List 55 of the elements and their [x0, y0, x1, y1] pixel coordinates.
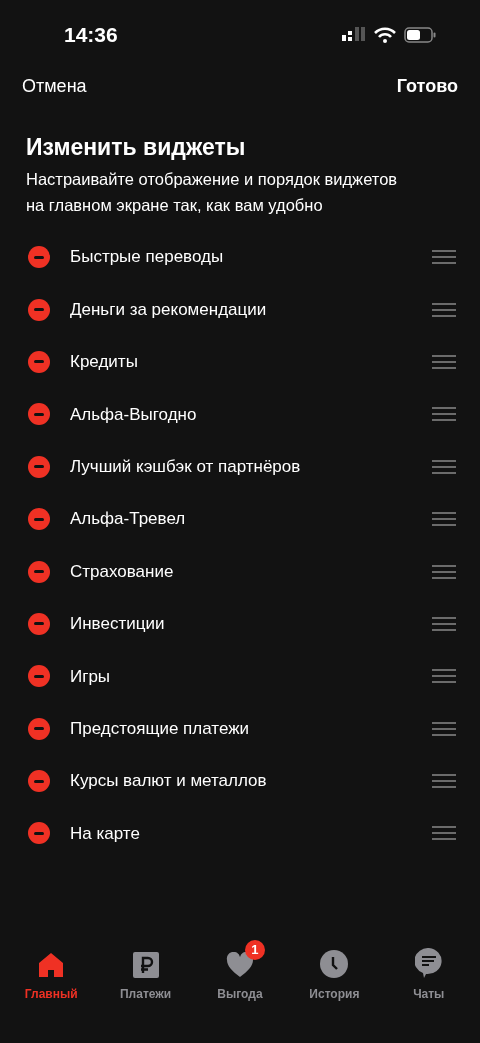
remove-button[interactable]	[28, 665, 50, 688]
widget-label: На карте	[70, 822, 141, 845]
page-title: Изменить виджеты	[26, 133, 247, 162]
remove-button[interactable]	[28, 770, 50, 793]
tab-bar-item[interactable]: Платежи	[100, 940, 191, 1003]
drag-handle-icon[interactable]	[432, 826, 456, 841]
remove-button[interactable]	[28, 350, 50, 373]
tab-bar-item[interactable]: Чаты	[383, 940, 474, 1003]
ruble-icon	[132, 952, 159, 978]
page-description: Настраивайте отображение и порядок виджетов на главном экране так, как вам удобно	[26, 169, 399, 216]
remove-button[interactable]	[28, 403, 50, 426]
cancel-button[interactable]: Отмена	[22, 72, 87, 100]
drag-handle-icon[interactable]	[432, 564, 456, 579]
remove-button[interactable]	[28, 612, 50, 635]
signal-icon	[342, 27, 366, 43]
drag-handle-icon[interactable]	[432, 459, 456, 474]
tab-bar-item[interactable]: История	[289, 940, 380, 1003]
remove-button[interactable]	[28, 455, 50, 478]
drag-handle-icon[interactable]	[432, 407, 456, 422]
widget-label: Предстоящие платежи	[70, 717, 251, 740]
drag-handle-icon[interactable]	[432, 302, 456, 317]
notification-badge: 1	[244, 940, 265, 960]
done-button[interactable]: Готово	[396, 72, 458, 100]
remove-button[interactable]	[28, 560, 50, 583]
clock-icon	[320, 950, 349, 978]
wifi-icon	[374, 27, 396, 43]
drag-handle-icon[interactable]	[432, 721, 456, 736]
remove-button[interactable]	[28, 822, 50, 845]
remove-button[interactable]	[28, 717, 50, 740]
widget-label: Инвестиции	[70, 613, 166, 636]
widget-label: Альфа-Тревел	[70, 508, 187, 531]
drag-handle-icon[interactable]	[432, 512, 456, 527]
heart-icon	[225, 952, 254, 978]
battery-icon	[404, 27, 436, 43]
drag-handle-icon[interactable]	[432, 616, 456, 631]
widget-label: Быстрые переводы	[70, 246, 225, 269]
home-icon	[38, 952, 65, 978]
drag-handle-icon[interactable]	[432, 354, 456, 369]
remove-button[interactable]	[28, 246, 50, 269]
remove-button[interactable]	[28, 508, 50, 531]
remove-button[interactable]	[28, 298, 50, 321]
widget-label: Страхование	[70, 560, 175, 583]
widget-label: Альфа-Выгодно	[70, 403, 198, 426]
status-time: 14:36	[64, 22, 118, 49]
chat-icon	[414, 948, 443, 978]
widget-label: Кредиты	[70, 351, 139, 374]
widget-label: Курсы валют и металлов	[70, 770, 268, 793]
drag-handle-icon[interactable]	[432, 774, 456, 789]
drag-handle-icon[interactable]	[432, 250, 456, 265]
widget-label: Деньги за рекомендации	[70, 298, 268, 321]
widget-label: Игры	[70, 665, 112, 688]
drag-handle-icon[interactable]	[432, 669, 456, 684]
widget-label: Лучший кэшбэк от партнёров	[70, 456, 302, 478]
tab-bar-item[interactable]: Выгода 1	[194, 940, 285, 1003]
tab-bar-item[interactable]: Главный	[6, 940, 97, 1003]
